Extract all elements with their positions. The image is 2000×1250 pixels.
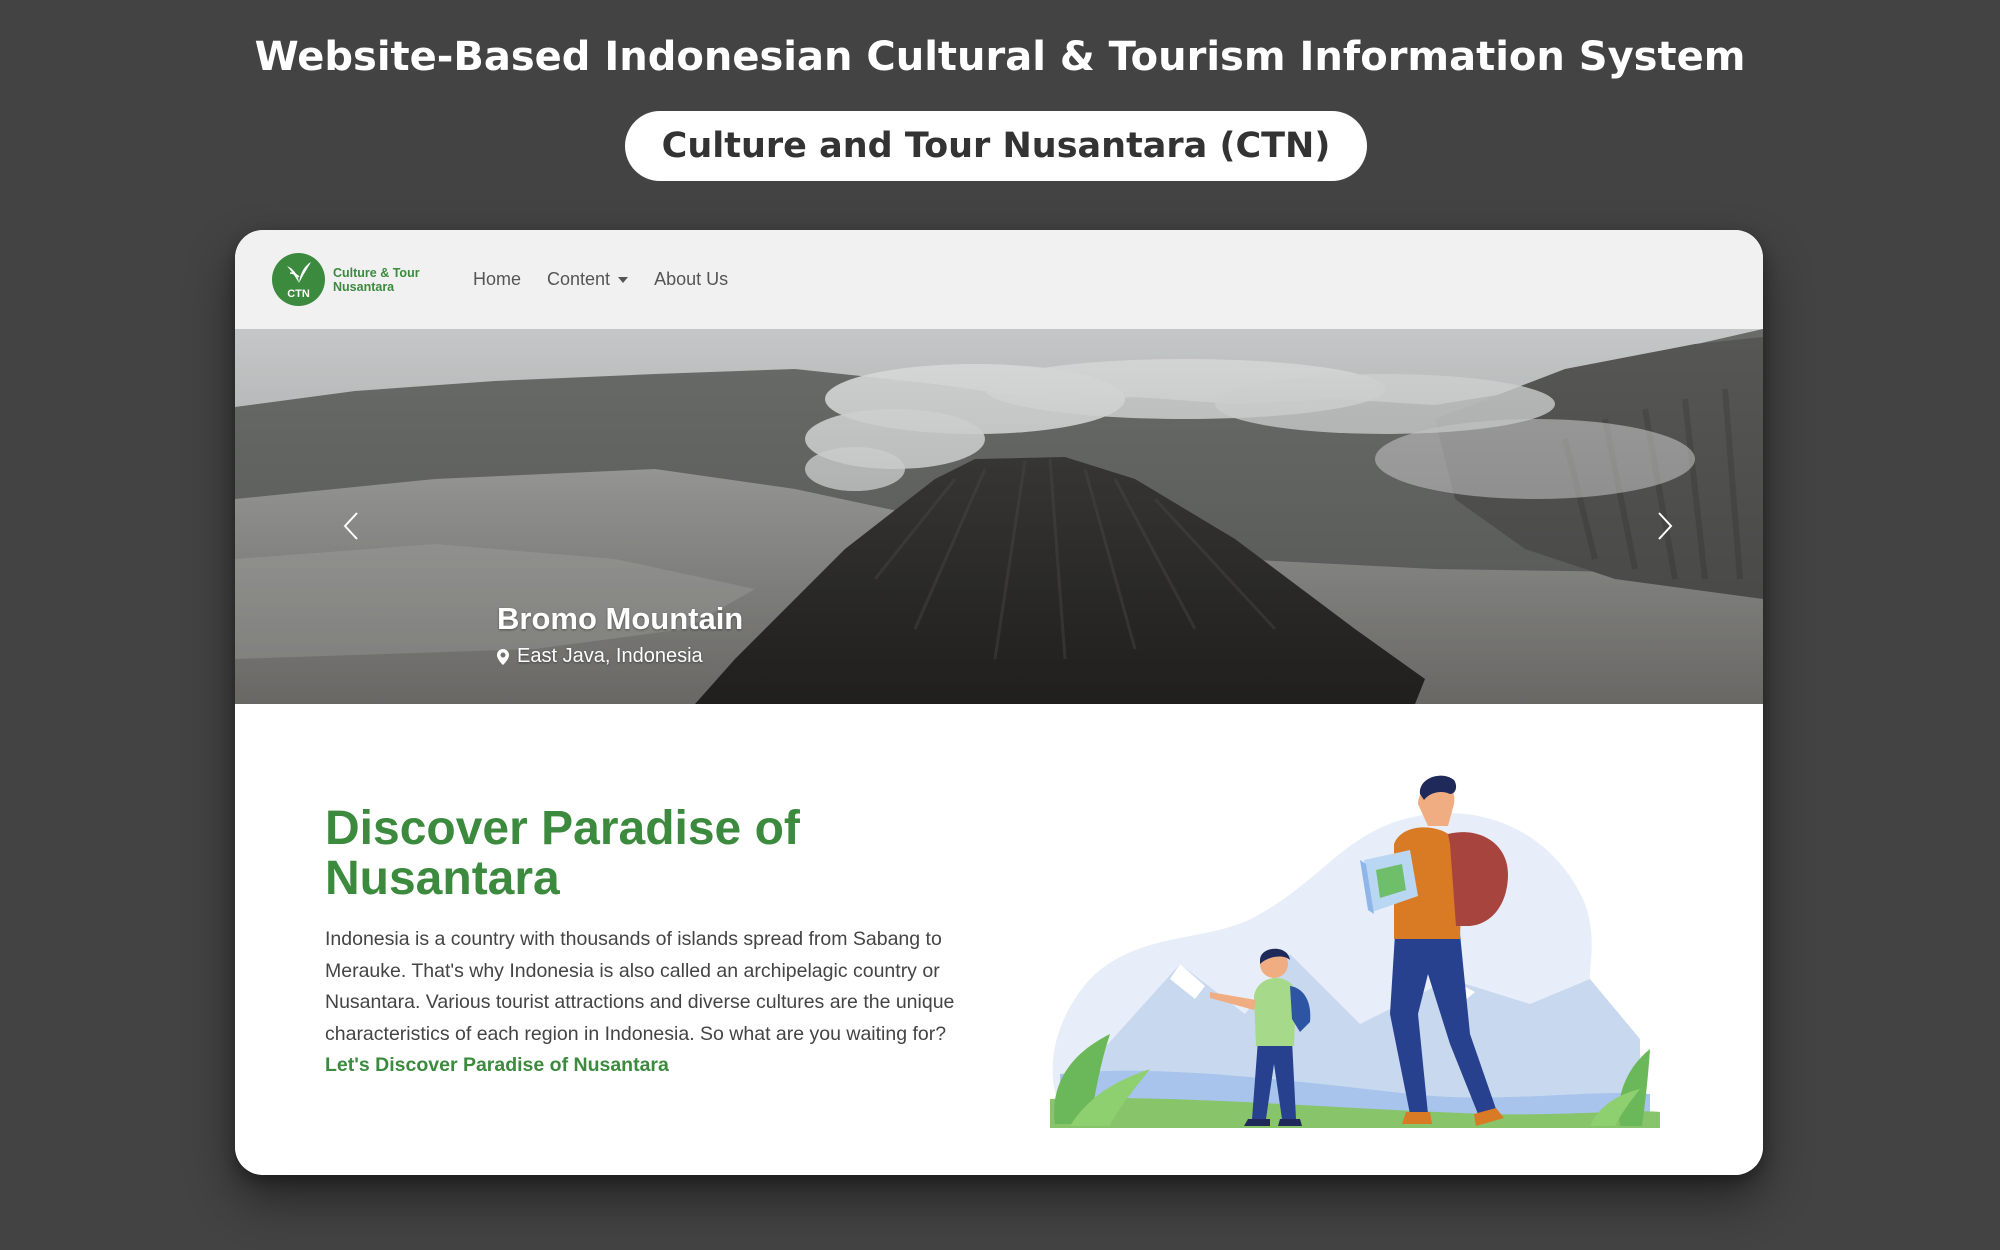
navbar: CTN Culture & Tour Nusantara Home Conten…	[235, 230, 1763, 329]
map-pin-icon	[497, 648, 509, 665]
intro-body-text: Indonesia is a country with thousands of…	[325, 928, 955, 1045]
caret-down-icon	[618, 276, 629, 283]
hero-title: Bromo Mountain	[497, 601, 744, 636]
logo-line-2: Nusantara	[333, 279, 395, 294]
nav-home-link[interactable]: Home	[473, 269, 521, 290]
nav-about-link[interactable]: About Us	[654, 269, 728, 290]
chevron-right-icon	[1658, 512, 1673, 540]
nav-content-dropdown[interactable]: Content	[547, 269, 629, 290]
logo-line-1: Culture & Tour	[333, 265, 420, 280]
logo-text: Culture & Tour Nusantara	[333, 266, 443, 294]
website-preview: CTN Culture & Tour Nusantara Home Conten…	[235, 230, 1763, 1175]
logo-badge: CTN	[272, 253, 325, 306]
nav-content-label: Content	[547, 269, 611, 289]
carousel-next-button[interactable]	[1653, 509, 1677, 543]
hero-location-text: East Java, Indonesia	[517, 645, 703, 667]
site-logo[interactable]: CTN Culture & Tour Nusantara	[272, 253, 443, 306]
chevron-left-icon	[343, 512, 358, 540]
nav-about-label: About Us	[654, 269, 729, 289]
intro-cta-link[interactable]: Let's Discover Paradise of Nusantara	[325, 1054, 669, 1076]
travelers-illustration	[1050, 775, 1660, 1128]
subheading-pill: Culture and Tour Nusantara (CTN)	[625, 111, 1367, 181]
bromo-mountain-image	[235, 329, 1763, 704]
intro-body: Indonesia is a country with thousands of…	[325, 924, 995, 1082]
logo-abbr: CTN	[287, 288, 310, 300]
nav-home-label: Home	[473, 269, 522, 289]
intro-title: Discover Paradise of Nusantara	[325, 802, 800, 905]
intro-section: Discover Paradise of Nusantara Indonesia…	[235, 704, 1763, 1175]
carousel-prev-button[interactable]	[339, 509, 363, 543]
leaf-icon	[287, 262, 311, 283]
page-heading: Website-Based Indonesian Cultural & Tour…	[254, 34, 1746, 80]
hero-location: East Java, Indonesia	[497, 645, 703, 668]
subheading-text: Culture and Tour Nusantara (CTN)	[661, 126, 1331, 166]
nav-links: Home Content About Us	[473, 269, 754, 290]
hero-carousel: Bromo Mountain East Java, Indonesia	[235, 329, 1763, 704]
